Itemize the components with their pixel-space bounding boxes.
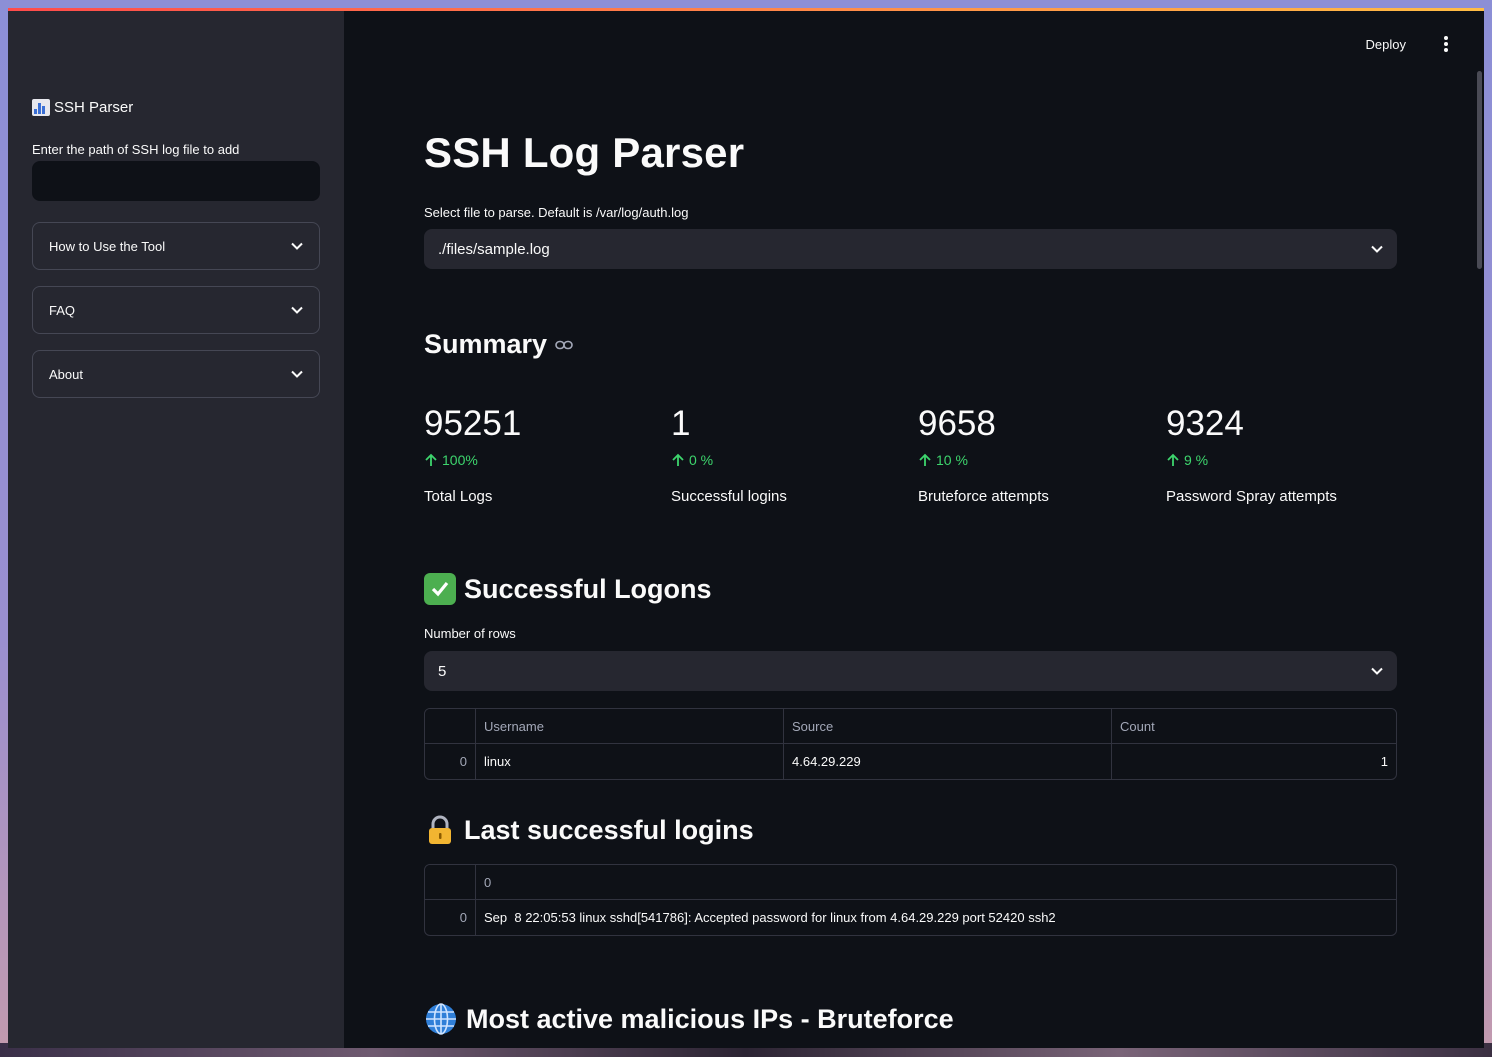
metric-delta: 100% <box>424 452 664 468</box>
bruteforce-heading-text: Most active malicious IPs - Bruteforce <box>466 1003 954 1034</box>
chevron-down-icon <box>1371 667 1383 675</box>
chevron-down-icon <box>291 306 303 314</box>
metric-total-logs: 95251 100% Total Logs <box>424 404 664 505</box>
expander-label: About <box>49 366 83 382</box>
file-select-label: Select file to parse. Default is /var/lo… <box>424 205 689 220</box>
main-area: Deploy SSH Log Parser Select file to par… <box>344 11 1484 1048</box>
expander-label: FAQ <box>49 302 76 318</box>
metric-label: Total Logs <box>424 488 493 505</box>
chevron-down-icon <box>291 370 303 378</box>
sidebar-title: SSH Parser <box>32 99 133 116</box>
table-header-row: Username Source Count <box>425 709 1396 744</box>
successful-logons-table: Username Source Count 0 linux 4.64.29.22… <box>424 708 1397 780</box>
arrow-up-icon <box>672 453 684 466</box>
file-select-value: ./files/sample.log <box>438 240 550 258</box>
last-logins-table: 0 0 Sep 8 22:05:53 linux sshd[541786]: A… <box>424 864 1397 936</box>
last-logins-heading: Last successful logins <box>424 814 754 846</box>
chevron-down-icon <box>1371 245 1383 253</box>
metric-label: Bruteforce attempts <box>918 488 1049 505</box>
bar-chart-icon <box>32 99 50 116</box>
summary-heading: Summary <box>424 329 573 360</box>
log-path-label: Enter the path of SSH log file to add <box>32 142 240 157</box>
cell-source[interactable]: 4.64.29.229 <box>784 744 1112 779</box>
arrow-up-icon <box>425 453 437 466</box>
deploy-button[interactable]: Deploy <box>1366 37 1406 52</box>
rows-select[interactable]: 5 <box>424 651 1397 691</box>
successful-logons-heading: Successful Logons <box>424 573 712 605</box>
link-icon[interactable] <box>555 340 573 350</box>
globe-icon <box>426 1003 456 1035</box>
column-header-0[interactable]: 0 <box>476 865 1396 900</box>
metric-bruteforce: 9658 10 % Bruteforce attempts <box>918 404 1158 505</box>
cell-log-line[interactable]: Sep 8 22:05:53 linux sshd[541786]: Accep… <box>476 900 1396 935</box>
page-title: SSH Log Parser <box>424 129 745 176</box>
metric-delta: 10 % <box>918 452 1158 468</box>
table-row: 0 Sep 8 22:05:53 linux sshd[541786]: Acc… <box>425 900 1396 935</box>
sidebar-title-text: SSH Parser <box>54 99 134 116</box>
chevron-down-icon <box>291 242 303 250</box>
cell-count[interactable]: 1 <box>1112 744 1396 779</box>
row-index: 0 <box>425 744 476 779</box>
rows-select-value: 5 <box>438 662 447 680</box>
metric-label: Password Spray attempts <box>1166 488 1337 505</box>
check-mark-icon <box>424 573 456 605</box>
metric-value: 1 <box>671 404 691 443</box>
arrow-up-icon <box>919 453 931 466</box>
sidebar: SSH Parser Enter the path of SSH log fil… <box>8 11 344 1048</box>
kebab-menu-icon[interactable] <box>1442 36 1450 54</box>
metric-password-spray: 9324 9 % Password Spray attempts <box>1166 404 1406 505</box>
index-header <box>425 709 476 744</box>
expander-label: How to Use the Tool <box>49 238 166 254</box>
file-select[interactable]: ./files/sample.log <box>424 229 1397 269</box>
metric-delta-text: 100% <box>442 452 478 468</box>
row-index: 0 <box>425 900 476 935</box>
index-header <box>425 865 476 900</box>
metric-value: 95251 <box>424 404 522 443</box>
metric-delta-text: 0 % <box>689 452 714 468</box>
column-header-username[interactable]: Username <box>476 709 784 744</box>
metric-value: 9658 <box>918 404 996 443</box>
rows-select-label: Number of rows <box>424 626 516 641</box>
metric-delta-text: 9 % <box>1184 452 1209 468</box>
metric-delta-text: 10 % <box>936 452 968 468</box>
arrow-up-icon <box>1167 453 1179 466</box>
metric-label: Successful logins <box>671 488 787 505</box>
table-row: 0 linux 4.64.29.229 1 <box>425 744 1396 779</box>
app-window: SSH Parser Enter the path of SSH log fil… <box>8 8 1484 1048</box>
metric-value: 9324 <box>1166 404 1244 443</box>
bruteforce-heading: Most active malicious IPs - Bruteforce <box>424 1002 954 1036</box>
column-header-count[interactable]: Count <box>1112 709 1396 744</box>
metric-delta: 0 % <box>671 452 911 468</box>
scrollbar[interactable] <box>1477 71 1482 269</box>
column-header-source[interactable]: Source <box>784 709 1112 744</box>
summary-heading-text: Summary <box>424 329 548 359</box>
expander-faq[interactable]: FAQ <box>32 286 320 334</box>
table-header-row: 0 <box>425 865 1396 900</box>
cell-username[interactable]: linux <box>476 744 784 779</box>
expander-how-to-use[interactable]: How to Use the Tool <box>32 222 320 270</box>
last-logins-heading-text: Last successful logins <box>464 814 754 845</box>
log-path-input[interactable] <box>32 161 320 201</box>
lock-icon <box>429 815 451 844</box>
metric-successful-logins: 1 0 % Successful logins <box>671 404 911 505</box>
metric-delta: 9 % <box>1166 452 1406 468</box>
successful-logons-heading-text: Successful Logons <box>464 573 712 604</box>
expander-about[interactable]: About <box>32 350 320 398</box>
